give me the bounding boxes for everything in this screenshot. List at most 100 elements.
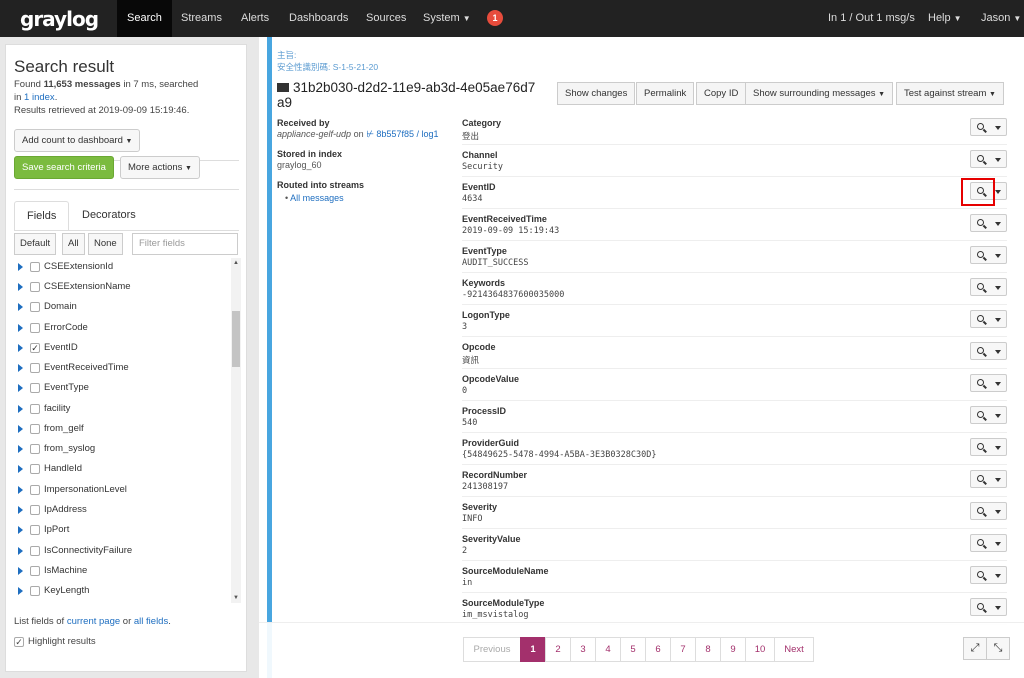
nav-system[interactable]: System ▼: [413, 0, 481, 37]
pagination-page-6[interactable]: 6: [645, 637, 671, 662]
checkbox[interactable]: [30, 404, 40, 414]
add-count-to-dashboard-button[interactable]: Add count to dashboard ▼: [14, 129, 141, 152]
checkbox[interactable]: [30, 464, 40, 474]
field-search-button[interactable]: [970, 406, 990, 424]
scroll-down-icon[interactable]: ▼: [231, 595, 241, 601]
notification-badge[interactable]: 1: [487, 10, 503, 26]
filter-fields-input[interactable]: Filter fields: [132, 233, 238, 255]
show-changes-button[interactable]: Show changes: [557, 82, 636, 105]
checkbox[interactable]: [30, 546, 40, 556]
nav-search[interactable]: Search: [117, 0, 172, 37]
field-actions-dropdown[interactable]: [989, 374, 1007, 392]
checkbox[interactable]: [30, 444, 40, 454]
field-search-button[interactable]: [970, 246, 990, 264]
nav-sources[interactable]: Sources: [356, 0, 416, 37]
scroll-up-icon[interactable]: ▲: [231, 260, 241, 266]
index-link[interactable]: 1 index: [24, 92, 55, 103]
caret-right-icon[interactable]: [18, 486, 23, 494]
field-search-button[interactable]: [970, 566, 990, 584]
checkbox-checked[interactable]: ✓: [30, 343, 40, 353]
field-actions-dropdown[interactable]: [989, 566, 1007, 584]
field-actions-dropdown[interactable]: [989, 118, 1007, 136]
caret-right-icon[interactable]: [18, 506, 23, 514]
field-search-button[interactable]: [970, 534, 990, 552]
checkbox[interactable]: [30, 262, 40, 272]
test-against-stream-button[interactable]: Test against stream ▼: [896, 82, 1004, 105]
collapse-icon[interactable]: ⤡: [986, 637, 1010, 660]
caret-right-icon[interactable]: [18, 547, 23, 555]
field-actions-dropdown[interactable]: [989, 310, 1007, 328]
show-surrounding-messages-button[interactable]: Show surrounding messages ▼: [745, 82, 894, 105]
checkbox[interactable]: [30, 424, 40, 434]
field-search-button[interactable]: [970, 438, 990, 456]
field-search-button[interactable]: [970, 278, 990, 296]
caret-right-icon[interactable]: [18, 324, 23, 332]
pagination-page-7[interactable]: 7: [670, 637, 696, 662]
caret-right-icon[interactable]: [18, 526, 23, 534]
caret-right-icon[interactable]: [18, 465, 23, 473]
pagination-page-1[interactable]: 1: [520, 637, 546, 662]
permalink-button[interactable]: Permalink: [636, 82, 695, 105]
nav-alerts[interactable]: Alerts: [231, 0, 279, 37]
caret-right-icon[interactable]: [18, 364, 23, 372]
caret-right-icon[interactable]: [18, 344, 23, 352]
checkbox[interactable]: [30, 383, 40, 393]
pagination-previous[interactable]: Previous: [463, 637, 521, 662]
field-actions-dropdown[interactable]: [989, 150, 1007, 168]
caret-right-icon[interactable]: [18, 445, 23, 453]
field-actions-dropdown[interactable]: [989, 278, 1007, 296]
tab-decorators[interactable]: Decorators: [70, 201, 148, 231]
expand-icon[interactable]: ⤢: [963, 637, 987, 660]
all-fields-link[interactable]: all fields: [134, 616, 168, 627]
checkbox[interactable]: [30, 586, 40, 596]
field-search-button[interactable]: [970, 118, 990, 136]
caret-right-icon[interactable]: [18, 425, 23, 433]
checkbox-checked[interactable]: ✓: [14, 637, 24, 647]
field-search-button[interactable]: [970, 470, 990, 488]
copy-id-button[interactable]: Copy ID: [696, 82, 747, 105]
field-actions-dropdown[interactable]: [989, 342, 1007, 360]
nav-dashboards[interactable]: Dashboards: [279, 0, 358, 37]
nav-help[interactable]: Help ▼: [928, 0, 962, 37]
fields-none-button[interactable]: None: [88, 233, 123, 255]
pagination-page-3[interactable]: 3: [570, 637, 596, 662]
graylog-logo[interactable]: graylog: [20, 7, 99, 31]
field-search-button[interactable]: [970, 150, 990, 168]
tab-fields[interactable]: Fields: [14, 201, 70, 231]
node-link[interactable]: ⊬ 8b557f85 / log1: [366, 129, 438, 139]
pagination-page-10[interactable]: 10: [745, 637, 775, 662]
field-actions-dropdown[interactable]: [989, 246, 1007, 264]
nav-streams[interactable]: Streams: [171, 0, 232, 37]
checkbox[interactable]: [30, 566, 40, 576]
caret-right-icon[interactable]: [18, 303, 23, 311]
field-search-button[interactable]: [970, 342, 990, 360]
save-search-criteria-button[interactable]: Save search criteria: [14, 156, 114, 179]
caret-right-icon[interactable]: [18, 587, 23, 595]
stream-link[interactable]: All messages: [290, 193, 344, 203]
checkbox[interactable]: [30, 323, 40, 333]
checkbox[interactable]: [30, 302, 40, 312]
pagination-page-5[interactable]: 5: [620, 637, 646, 662]
field-search-button[interactable]: [970, 374, 990, 392]
fields-default-button[interactable]: Default: [14, 233, 57, 255]
field-actions-dropdown[interactable]: [989, 534, 1007, 552]
more-actions-button[interactable]: More actions ▼: [120, 156, 200, 179]
field-actions-dropdown[interactable]: [989, 438, 1007, 456]
checkbox[interactable]: [30, 485, 40, 495]
caret-right-icon[interactable]: [18, 405, 23, 413]
checkbox[interactable]: [30, 525, 40, 535]
user-menu[interactable]: Jason ▼: [981, 0, 1021, 37]
scrollbar-thumb[interactable]: [232, 311, 240, 367]
field-actions-dropdown[interactable]: [989, 502, 1007, 520]
current-page-link[interactable]: current page: [67, 616, 120, 627]
field-actions-dropdown[interactable]: [989, 214, 1007, 232]
field-search-button[interactable]: [970, 502, 990, 520]
field-list-scrollbar[interactable]: ▲ ▼: [231, 258, 241, 603]
pagination-next[interactable]: Next: [774, 637, 814, 662]
field-actions-dropdown[interactable]: [989, 598, 1007, 616]
fields-all-button[interactable]: All: [62, 233, 85, 255]
checkbox[interactable]: [30, 282, 40, 292]
checkbox[interactable]: [30, 363, 40, 373]
caret-right-icon[interactable]: [18, 263, 23, 271]
pagination-page-9[interactable]: 9: [720, 637, 746, 662]
